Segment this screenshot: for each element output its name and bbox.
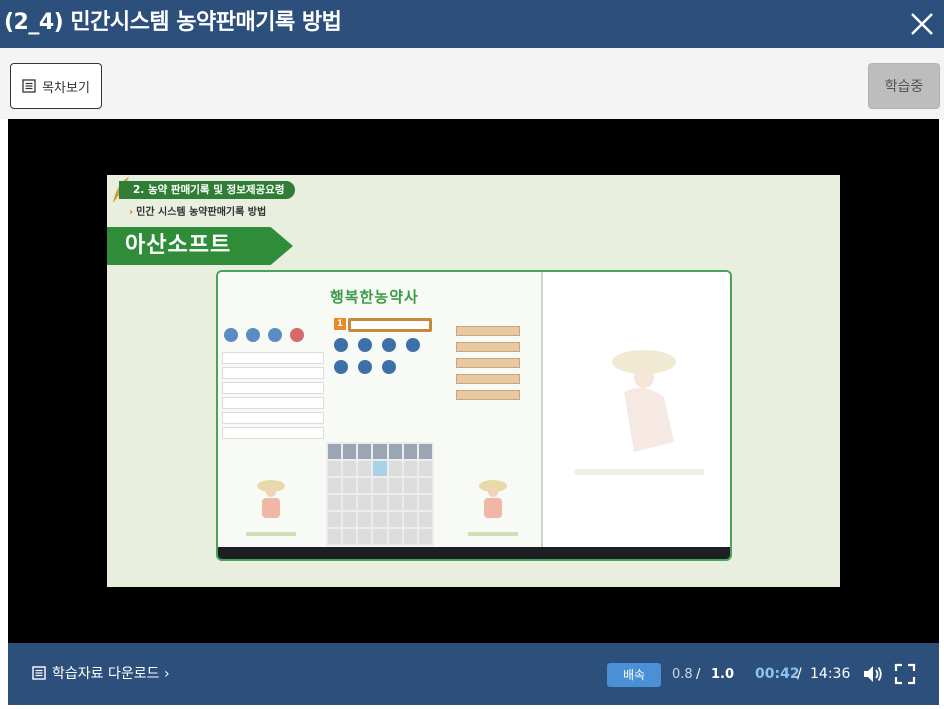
farmer-illustration-icon: [468, 480, 518, 536]
breadcrumb-sub-label: 민간 시스템 농약판매기록 방법: [136, 207, 267, 218]
time-current: 00:42: [755, 666, 800, 682]
farm-store-app: 행복한농약사 1: [218, 272, 543, 548]
speed-slow-option[interactable]: 0.8: [672, 667, 693, 682]
breadcrumb-sub: › 민간 시스템 농약판매기록 방법: [129, 203, 266, 218]
video-player[interactable]: 2. 농약 판매기록 및 정보제공요령 › 민간 시스템 농약판매기록 방법 아산…: [8, 119, 939, 643]
app-icon: [246, 328, 260, 342]
function-icons: [334, 338, 434, 374]
time-total: 14:36: [810, 666, 851, 682]
study-status-button[interactable]: 학습중: [868, 63, 940, 109]
fullscreen-icon[interactable]: [894, 663, 916, 685]
app-icon: [224, 328, 238, 342]
app-icon: [290, 328, 304, 342]
toolbar: 목차보기 학습중: [0, 48, 944, 119]
taskbar: [218, 547, 730, 559]
farmer-illustration-icon: [246, 480, 296, 536]
speed-current-option[interactable]: 1.0: [711, 667, 734, 682]
table-of-contents-button[interactable]: 목차보기: [10, 63, 102, 109]
left-grid: [222, 352, 324, 442]
embedded-screenshot: 행복한농약사 1: [216, 270, 732, 561]
right-window: [544, 272, 730, 548]
menu-buttons: [456, 326, 520, 406]
document-icon: [32, 666, 46, 680]
calendar-widget: [326, 442, 434, 546]
close-icon[interactable]: [906, 8, 938, 40]
toc-label: 목차보기: [42, 80, 90, 96]
download-materials-link[interactable]: 학습자료 다운로드 ›: [32, 663, 170, 683]
company-banner: 아산소프트: [107, 227, 293, 265]
app-icon: [268, 328, 282, 342]
lecture-slide: 2. 농약 판매기록 및 정보제공요령 › 민간 시스템 농약판매기록 방법 아산…: [107, 175, 840, 587]
time-separator: /: [797, 666, 802, 682]
download-label: 학습자료 다운로드 ›: [52, 666, 170, 682]
speed-separator: /: [696, 667, 701, 682]
playback-speed-button[interactable]: 배속: [607, 663, 661, 687]
list-icon: [22, 79, 36, 93]
highlight-box: [348, 318, 432, 332]
breadcrumb-main: 2. 농약 판매기록 및 정보제공요령: [119, 181, 295, 199]
farmer-watermark-icon: [574, 350, 704, 475]
title-bar: (2_4) 민간시스템 농약판매기록 방법: [0, 0, 944, 48]
app-icon-row: [224, 328, 304, 342]
lesson-title: (2_4) 민간시스템 농약판매기록 방법: [4, 10, 342, 35]
player-controls: 학습자료 다운로드 › 배속 0.8 / 1.0 00:42 / 14:36: [8, 643, 939, 705]
volume-icon[interactable]: [862, 663, 884, 685]
step-number-badge: 1: [334, 318, 346, 330]
app-title: 행복한농약사: [330, 288, 419, 306]
chevron-right-icon: ›: [129, 207, 134, 218]
